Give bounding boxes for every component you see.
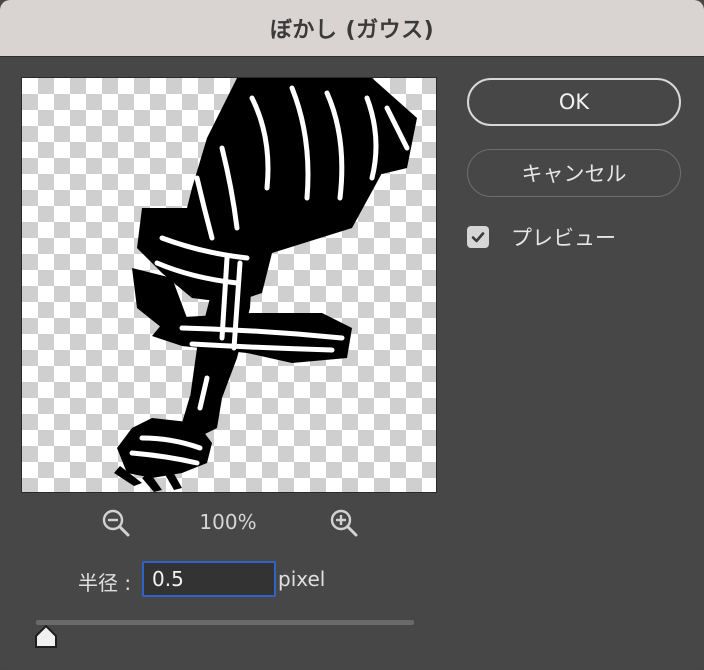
radius-input[interactable] xyxy=(142,561,276,597)
radius-row: 半径 : pixel xyxy=(0,560,440,600)
gaussian-blur-dialog: ぼかし (ガウス) 100% 半径: 0.5 pixel OK キャンセル プ… xyxy=(0,0,704,670)
dialog-title: ぼかし (ガウス) xyxy=(269,18,435,43)
preview-toggle[interactable]: プレビュー xyxy=(467,224,616,250)
zoom-in-icon[interactable] xyxy=(329,508,359,538)
radius-unit-label: pixel xyxy=(278,567,326,591)
title-bar[interactable]: ぼかし (ガウス) xyxy=(0,0,704,57)
radius-slider-thumb[interactable] xyxy=(33,624,59,650)
zoom-level: 100% xyxy=(199,510,257,534)
zoom-controls: 100% xyxy=(21,504,435,542)
radius-slider-track[interactable] xyxy=(36,620,414,625)
preview-checkbox[interactable] xyxy=(467,226,489,248)
radius-label: 半径 : xyxy=(78,571,132,595)
preview-label: プレビュー xyxy=(511,226,616,250)
cancel-button[interactable]: キャンセル xyxy=(467,149,681,197)
preview-image xyxy=(114,78,417,492)
preview-canvas[interactable] xyxy=(21,77,437,493)
checkmark-icon xyxy=(471,232,485,243)
ok-button[interactable]: OK xyxy=(467,78,681,126)
zoom-out-icon[interactable] xyxy=(101,508,131,538)
